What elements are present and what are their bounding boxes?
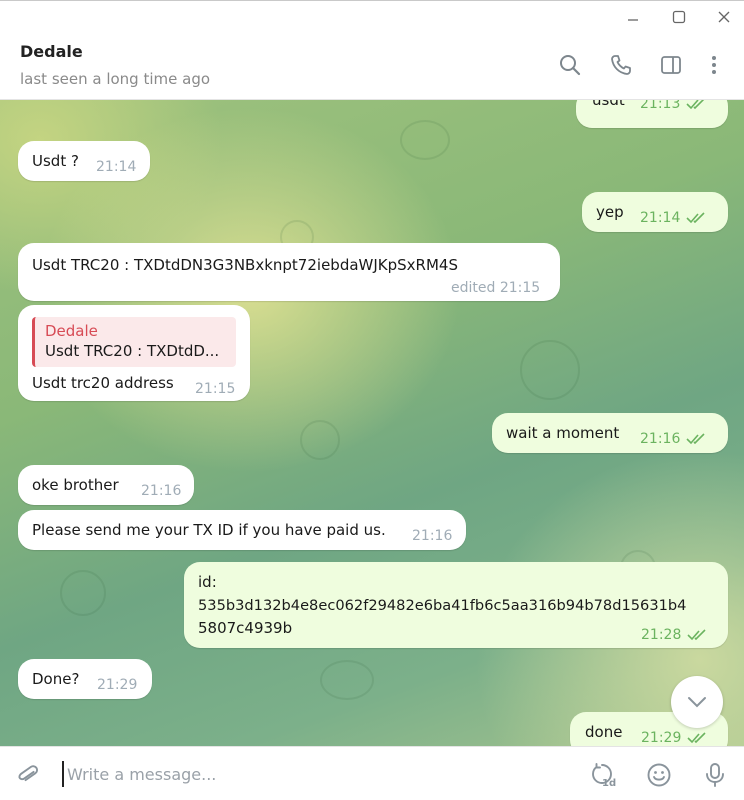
minimize-icon[interactable] [623,7,643,27]
wallpaper-doodle [60,570,106,616]
message-incoming[interactable]: Usdt TRC20 : TXDtdDN3G3NBxknpt72iebdaWJK… [18,243,560,301]
wallpaper-doodle [520,340,580,400]
message-text: Usdt trc20 address [32,374,174,392]
close-icon[interactable] [714,7,734,27]
chat-messages-area[interactable]: usdt 21:13 Usdt ? 21:14 yep 21:14 Usdt T… [0,100,744,746]
message-text: yep [596,203,624,221]
message-text: wait a moment [506,424,620,442]
message-incoming-reply[interactable]: Dedale Usdt TRC20 : TXDtdD... Usdt trc20… [18,305,250,401]
wallpaper-doodle [320,660,374,700]
message-text: usdt [592,100,625,109]
double-check-icon [686,433,705,445]
message-time: 21:15 [195,381,236,397]
message-incoming[interactable]: oke brother 21:16 [18,465,194,505]
message-text: Please send me your TX ID if you have pa… [32,521,386,539]
message-outgoing[interactable]: id: 535b3d132b4e8ec062f29482e6ba41fb6c5a… [184,562,728,648]
message-time: 21:29 [97,677,138,693]
microphone-icon[interactable] [701,761,729,789]
message-time: 21:16 [412,528,453,544]
message-composer [0,746,744,800]
scroll-to-bottom-button[interactable] [671,676,723,728]
chat-header: Dedale last seen a long time ago [0,32,744,100]
maximize-icon[interactable] [669,7,689,27]
double-check-icon [687,732,706,744]
message-incoming[interactable]: Usdt ? 21:14 [18,141,150,181]
message-time: 21:28 [641,625,709,645]
message-time: 21:14 [96,159,137,175]
message-text-line: 535b3d132b4e8ec062f29482e6ba41fb6c5aa316… [198,597,687,614]
message-incoming[interactable]: Done? 21:29 [18,659,152,699]
window-titlebar [0,0,744,32]
message-outgoing[interactable]: yep 21:14 [582,192,728,232]
message-time: edited 21:15 [451,280,541,296]
message-text: oke brother [32,476,119,494]
reply-text: Usdt TRC20 : TXDtdD... [45,342,220,360]
wallpaper-doodle [300,420,340,460]
chevron-down-icon [688,697,706,708]
message-text: Usdt TRC20 : TXDtdDN3G3NBxknpt72iebdaWJK… [32,256,458,274]
message-time: 21:16 [640,429,708,449]
message-time: 21:29 [641,728,709,746]
more-icon[interactable] [701,52,727,78]
message-text-line: 5807c4939b [198,619,293,637]
message-text: done [585,723,623,741]
chat-status: last seen a long time ago [20,70,211,88]
search-icon[interactable] [557,52,583,78]
reply-quote[interactable]: Dedale Usdt TRC20 : TXDtdD... [32,317,236,367]
double-check-icon [686,100,705,110]
message-text: Usdt ? [32,152,79,170]
message-text: Done? [32,670,80,688]
emoji-icon[interactable] [645,761,673,789]
timer-badge: 1d [602,778,617,789]
message-input[interactable] [62,761,562,787]
message-outgoing[interactable]: usdt 21:13 [576,100,728,128]
phone-icon[interactable] [608,52,634,78]
attach-icon[interactable] [14,761,42,789]
message-outgoing[interactable]: wait a moment 21:16 [492,413,728,453]
message-time: 21:16 [141,483,182,499]
sidebar-icon[interactable] [658,52,684,78]
double-check-icon [686,212,705,224]
reply-sender: Dedale [45,322,98,340]
message-time: 21:13 [640,100,708,114]
message-incoming[interactable]: Please send me your TX ID if you have pa… [18,510,466,550]
message-text-line: id: [198,573,217,591]
wallpaper-doodle [400,120,450,160]
chat-title[interactable]: Dedale [20,42,83,61]
message-time: 21:14 [640,208,708,228]
double-check-icon [687,629,706,641]
